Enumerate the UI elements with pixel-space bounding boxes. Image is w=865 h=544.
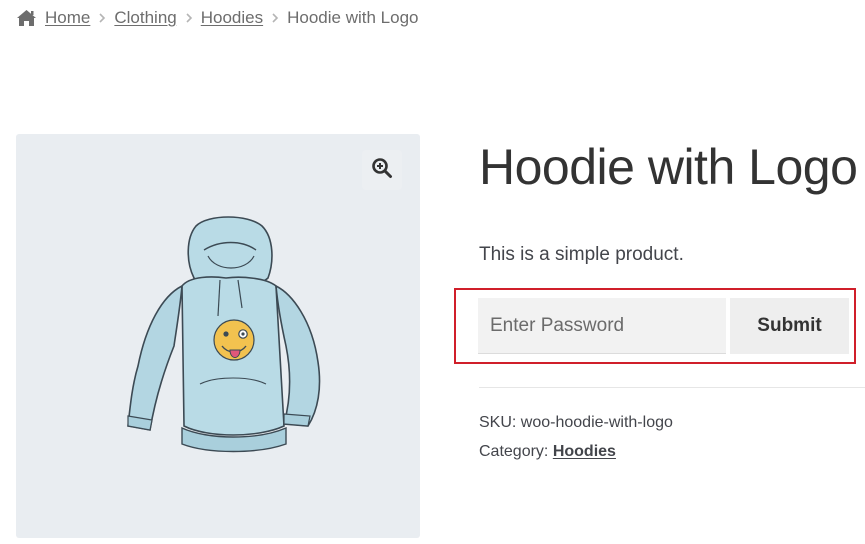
submit-button[interactable]: Submit: [730, 298, 849, 354]
password-input[interactable]: [478, 298, 726, 354]
product-short-description: This is a simple product.: [479, 244, 684, 265]
product-image[interactable]: [116, 216, 326, 458]
home-icon: [16, 9, 37, 27]
sku-value: woo-hoodie-with-logo: [520, 414, 673, 431]
divider: [479, 387, 865, 388]
breadcrumb-current: Hoodie with Logo: [287, 8, 419, 27]
sku-row: SKU: woo-hoodie-with-logo: [479, 408, 673, 437]
product-page: Home Clothing Hoodies Hoodie with Logo H…: [0, 0, 865, 544]
category-label: Category:: [479, 443, 549, 460]
sku-label: SKU:: [479, 414, 517, 431]
product-meta: SKU: woo-hoodie-with-logo Category: Hood…: [479, 408, 673, 466]
category-row: Category: Hoodies: [479, 437, 673, 466]
zoom-in-icon: [371, 157, 393, 184]
chevron-right-icon: [183, 12, 195, 24]
product-gallery: [16, 134, 420, 538]
breadcrumb: Home Clothing Hoodies Hoodie with Logo: [16, 6, 418, 30]
zoom-button[interactable]: [362, 150, 402, 190]
product-title: Hoodie with Logo: [479, 139, 858, 195]
chevron-right-icon: [96, 12, 108, 24]
chevron-right-icon: [269, 12, 281, 24]
breadcrumb-home-link[interactable]: Home: [45, 8, 90, 28]
breadcrumb-hoodies-link[interactable]: Hoodies: [201, 8, 263, 28]
breadcrumb-clothing-link[interactable]: Clothing: [114, 8, 176, 28]
category-link[interactable]: Hoodies: [553, 443, 616, 460]
